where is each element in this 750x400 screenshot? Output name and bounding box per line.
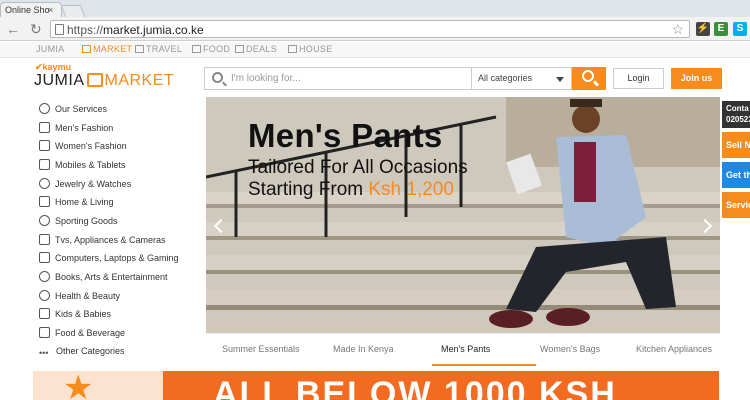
site-header: ✔kaymu JUMIAMARKET All categories Login …	[0, 58, 750, 96]
browser-tab-bar: Online Sho ×	[0, 0, 750, 17]
sidebar-item-our-services[interactable]: Our Services	[39, 103, 107, 119]
active-tab-indicator	[432, 364, 536, 366]
tab-kitchen-appliances[interactable]: Kitchen Appliances	[636, 344, 712, 354]
sidebar-item-health-beauty[interactable]: Health & Beauty	[39, 290, 120, 306]
tab-mens-pants[interactable]: Men's Pants	[441, 344, 490, 354]
extension-skype-icon[interactable]: S	[733, 22, 747, 36]
star-badge-icon	[39, 103, 50, 114]
ball-icon	[39, 215, 50, 226]
mask-icon	[39, 271, 50, 282]
sidebar-item-food-beverage[interactable]: Food & Beverage	[39, 327, 125, 343]
banner-price: Ksh 1,200	[368, 179, 454, 200]
tv-icon	[39, 234, 50, 245]
services-button[interactable]: Servic	[722, 192, 750, 218]
reload-icon[interactable]: ↻	[30, 21, 42, 38]
hero-banner[interactable]: Men's Pants Tailored For All Occasions S…	[206, 97, 720, 333]
sidebar-item-womens-fashion[interactable]: Women's Fashion	[39, 140, 127, 156]
sidebar-item-computers[interactable]: Computers, Laptops & Gaming	[39, 252, 179, 268]
laptop-icon	[39, 252, 50, 263]
phone-icon	[39, 159, 50, 170]
join-button[interactable]: Join us	[671, 68, 722, 89]
page-icon	[55, 24, 64, 35]
contact-panel[interactable]: Conta020523	[722, 101, 750, 128]
search-input[interactable]	[231, 71, 461, 86]
sidebar-item-other-categories[interactable]: ••• Other Categories	[39, 346, 125, 362]
nav-item-market[interactable]: MARKET	[82, 44, 132, 54]
banner-subtitle: Tailored For All Occasions	[248, 157, 468, 178]
sidebar-item-mobiles-tablets[interactable]: Mobiles & Tablets	[39, 159, 125, 175]
banner-title: Men's Pants	[248, 117, 443, 154]
sidebar-item-kids-babies[interactable]: Kids & Babies	[39, 308, 111, 324]
cart-logo-icon	[86, 73, 103, 87]
sidebar-item-sporting-goods[interactable]: Sporting Goods	[39, 215, 118, 231]
extension-evernote-icon[interactable]: E	[714, 22, 728, 36]
nav-item-food[interactable]: FOOD	[192, 44, 230, 54]
search-icon	[212, 72, 223, 83]
address-bar: ← ↻ https://market.jumia.co.ke ☆ ⚡ E S	[0, 17, 750, 41]
tag-icon	[235, 45, 244, 53]
category-select[interactable]: All categories	[472, 67, 572, 90]
search-button[interactable]	[572, 67, 606, 90]
browser-tab[interactable]: Online Sho ×	[0, 2, 62, 17]
search-box	[204, 67, 472, 90]
dress-icon	[39, 140, 50, 151]
get-app-button[interactable]: Get th	[722, 162, 750, 188]
nav-item-deals[interactable]: DEALS	[235, 44, 277, 54]
watch-icon	[39, 178, 50, 189]
sidebar-item-mens-fashion[interactable]: Men's Fashion	[39, 122, 113, 138]
category-select-value: All categories	[478, 73, 533, 83]
sidebar-item-tvs-appliances[interactable]: Tvs, Appliances & Cameras	[39, 234, 166, 250]
tab-womens-bags[interactable]: Women's Bags	[540, 344, 600, 354]
sidebar-item-books-arts[interactable]: Books, Arts & Entertainment	[39, 271, 168, 287]
extension-bolt-icon[interactable]: ⚡	[696, 22, 710, 36]
sidebar-item-home-living[interactable]: Home & Living	[39, 196, 114, 212]
sidebar-item-jewelry-watches[interactable]: Jewelry & Watches	[39, 178, 131, 194]
url-text: https://market.jumia.co.ke	[67, 23, 204, 37]
food-icon	[39, 327, 50, 338]
banner-tabs: Summer Essentials Made In Kenya Men's Pa…	[206, 333, 720, 366]
url-field[interactable]: https://market.jumia.co.ke ☆	[50, 20, 690, 38]
nav-item-jumia[interactable]: JUMIA	[36, 44, 65, 54]
star-icon: ★	[63, 371, 94, 400]
promo-text: ALL BELOW 1000 KSH	[213, 375, 617, 400]
promo-badge-area	[33, 371, 163, 400]
banner-price-line: Starting From Ksh 1,200	[248, 179, 454, 200]
new-tab-button[interactable]	[60, 5, 86, 17]
food-icon	[192, 45, 201, 53]
login-button[interactable]: Login	[613, 68, 664, 89]
house-icon	[288, 45, 297, 53]
promo-banner[interactable]: ★ ALL BELOW 1000 KSH	[33, 371, 719, 400]
market-icon	[82, 45, 91, 53]
category-sidebar: Our Services Men's Fashion Women's Fashi…	[33, 97, 205, 365]
bookmark-star-icon[interactable]: ☆	[671, 21, 684, 38]
plane-icon	[135, 45, 144, 53]
perfume-icon	[39, 290, 50, 301]
site-switcher-nav: JUMIA MARKET TRAVEL FOOD DEALS HOUSE	[0, 42, 750, 58]
baby-icon	[39, 308, 50, 319]
sell-button[interactable]: Sell N	[722, 132, 750, 158]
chevron-down-icon	[556, 77, 564, 82]
tab-made-in-kenya[interactable]: Made In Kenya	[333, 344, 394, 354]
jumia-market-logo[interactable]: JUMIA MARKET	[34, 72, 174, 90]
browser-tab-title: Online Sho	[5, 5, 50, 15]
search-icon	[582, 70, 594, 82]
nav-item-travel[interactable]: TRAVEL	[135, 44, 182, 54]
back-icon[interactable]: ←	[6, 21, 20, 37]
nav-item-house[interactable]: HOUSE	[288, 44, 333, 54]
close-icon[interactable]: ×	[48, 5, 53, 15]
dots-icon: •••	[39, 348, 49, 358]
shirt-icon	[39, 122, 50, 133]
tab-summer-essentials[interactable]: Summer Essentials	[222, 344, 300, 354]
home-icon	[39, 196, 50, 207]
